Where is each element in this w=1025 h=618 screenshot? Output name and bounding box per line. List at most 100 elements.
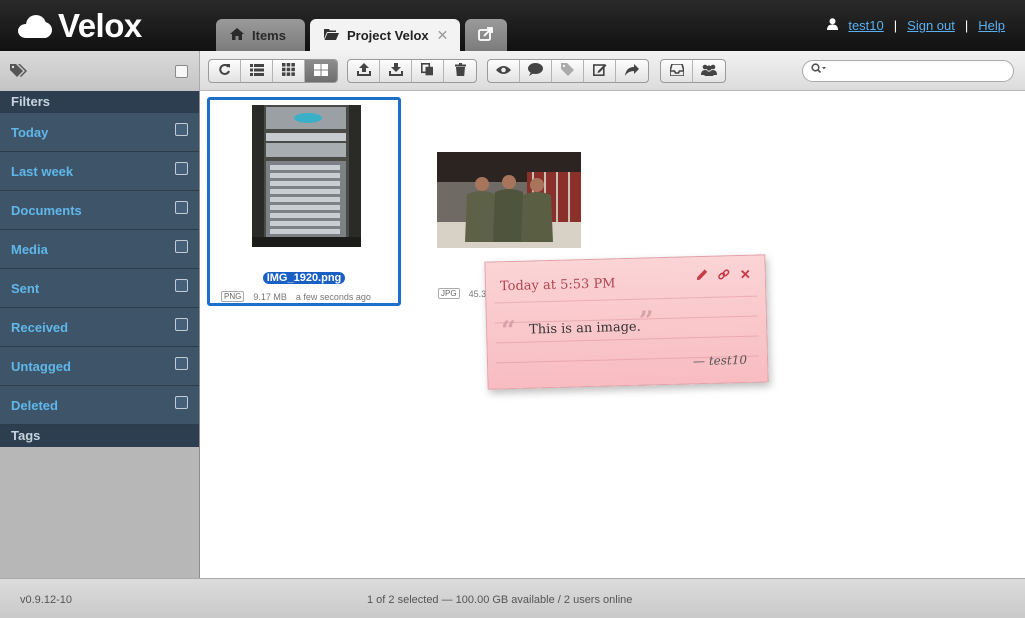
filter-label: Received (11, 320, 69, 335)
upload-button[interactable] (348, 60, 380, 82)
note-rule (494, 295, 758, 304)
file-time: a few seconds ago (295, 291, 371, 302)
tag-button[interactable] (552, 60, 584, 82)
list-view-icon (249, 63, 264, 79)
tags-icon (10, 63, 28, 81)
inbox-button[interactable] (661, 60, 693, 82)
sidebar-header (0, 51, 200, 91)
users-icon (701, 64, 717, 79)
filter-label: Deleted (11, 398, 58, 413)
link-icon[interactable] (718, 268, 730, 284)
filter-label: Last week (11, 164, 74, 179)
copy-button[interactable] (412, 60, 444, 82)
list-view-button[interactable] (241, 60, 273, 82)
sidebar-item-untagged[interactable]: Untagged (0, 347, 199, 386)
sidebar-item-last-week[interactable]: Last week (0, 152, 199, 191)
tab-label: Project Velox (347, 27, 429, 43)
close-note-icon[interactable]: ✕ (740, 268, 751, 284)
comment-button[interactable] (520, 60, 552, 82)
edit-note-icon[interactable] (697, 269, 708, 285)
tab-project-velox[interactable]: Project Velox ✕ (310, 19, 460, 51)
copy-icon (421, 63, 434, 79)
top-bar: Velox Items Project Velox ✕ test10 | Sig… (0, 0, 1025, 51)
sidebar: Filters Today Last week Documents Media … (0, 91, 200, 578)
note-actions: ✕ (697, 268, 751, 285)
thumbnail-server-rack[interactable] (252, 105, 361, 247)
filter-label: Documents (11, 203, 82, 218)
download-button[interactable] (380, 60, 412, 82)
select-all-checkbox[interactable] (175, 65, 188, 78)
tab-items[interactable]: Items (216, 19, 305, 51)
filter-label: Sent (11, 281, 40, 296)
file-name[interactable]: IMG_1920.png (210, 272, 398, 284)
filter-checkbox[interactable] (175, 240, 188, 253)
app-title: Velox (58, 7, 142, 44)
file-type-badge: JPG (438, 288, 460, 299)
view-button-group (208, 59, 338, 83)
help-link[interactable]: Help (978, 18, 1005, 33)
refresh-icon (218, 63, 231, 79)
comment-icon (528, 63, 543, 79)
filter-checkbox[interactable] (175, 357, 188, 370)
sidebar-item-received[interactable]: Received (0, 308, 199, 347)
delete-button[interactable] (444, 60, 476, 82)
large-grid-view-button[interactable] (305, 60, 337, 82)
edit-icon (592, 63, 607, 79)
filter-label: Media (11, 242, 48, 257)
edit-button[interactable] (584, 60, 616, 82)
thumbnail-soldiers-photo[interactable] (437, 152, 581, 248)
sidebar-item-today[interactable]: Today (0, 113, 199, 152)
app-logo[interactable]: Velox (18, 7, 142, 44)
users-button[interactable] (693, 60, 725, 82)
grid-view-button[interactable] (273, 60, 305, 82)
file-size: 9.17 MB (253, 291, 287, 302)
cloud-icon (18, 14, 52, 38)
note-author: — test10 (692, 352, 748, 369)
trash-icon (454, 63, 466, 79)
file-meta: PNG 9.17 MB a few seconds ago (221, 291, 371, 302)
filter-checkbox[interactable] (175, 123, 188, 136)
misc-button-group (660, 59, 726, 83)
separator: | (893, 18, 898, 33)
eye-icon (496, 64, 511, 78)
file-item[interactable]: IMG_1920.png PNG 9.17 MB a few seconds a… (207, 97, 401, 306)
tab-new[interactable] (465, 19, 507, 51)
sidebar-item-sent[interactable]: Sent (0, 269, 199, 308)
tags-heading: Tags (0, 425, 199, 447)
sidebar-item-deleted[interactable]: Deleted (0, 386, 199, 425)
toolbar (0, 51, 1025, 91)
filter-label: Today (11, 125, 49, 140)
new-tab-icon (478, 26, 494, 44)
filter-checkbox[interactable] (175, 396, 188, 409)
file-type-badge: PNG (221, 291, 245, 302)
username-link[interactable]: test10 (848, 18, 883, 33)
tab-label: Items (252, 27, 286, 43)
note-text: This is an image. (528, 319, 641, 338)
tag-icon (561, 63, 574, 79)
share-icon (625, 63, 639, 79)
large-grid-view-icon (314, 63, 328, 79)
filter-checkbox[interactable] (175, 162, 188, 175)
close-tab-icon[interactable]: ✕ (437, 27, 449, 44)
preview-button[interactable] (488, 60, 520, 82)
filter-label: Untagged (11, 359, 71, 374)
search-icon[interactable] (811, 63, 827, 77)
filter-checkbox[interactable] (175, 318, 188, 331)
comment-note[interactable]: Today at 5:53 PM ✕ “ ” This is an image.… (484, 254, 769, 390)
filter-checkbox[interactable] (175, 201, 188, 214)
sidebar-item-media[interactable]: Media (0, 230, 199, 269)
refresh-button[interactable] (209, 60, 241, 82)
status-summary: 1 of 2 selected — 100.00 GB available / … (367, 594, 633, 606)
user-links: test10 | Sign out | Help (827, 18, 1005, 33)
filter-checkbox[interactable] (175, 279, 188, 292)
sign-out-link[interactable]: Sign out (907, 18, 955, 33)
file-name-text: IMG_1920.png (262, 272, 346, 284)
note-timestamp: Today at 5:53 PM (499, 276, 616, 295)
file-button-group (347, 59, 477, 83)
sidebar-item-documents[interactable]: Documents (0, 191, 199, 230)
upload-icon (356, 63, 371, 79)
action-button-group (487, 59, 649, 83)
search-input[interactable] (829, 63, 1009, 79)
home-icon (230, 27, 244, 43)
share-button[interactable] (616, 60, 648, 82)
